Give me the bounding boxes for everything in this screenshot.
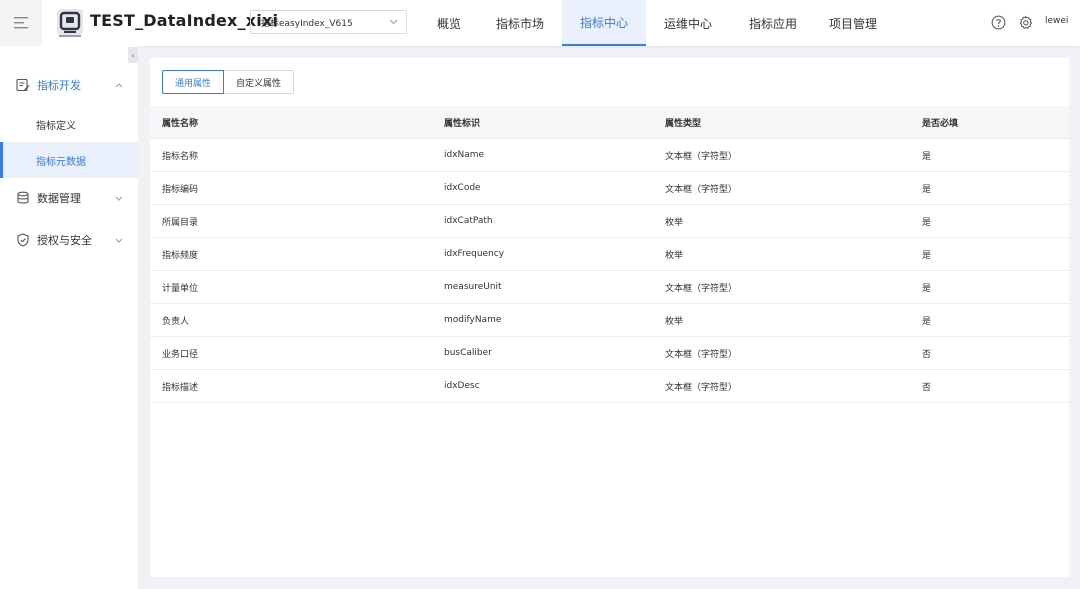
cell-attr-key: busCaliber: [444, 348, 492, 358]
cell-required: 是: [922, 184, 932, 195]
sidebar-item-index-metadata[interactable]: 指标元数据: [0, 142, 138, 178]
sidebar-group-index-dev[interactable]: 指标开发: [0, 65, 138, 105]
cell-attr-type: 文本框（字符型）: [665, 382, 738, 393]
cell-attr-key: idxName: [444, 150, 485, 160]
main-content: 通用属性 自定义属性 属性名称 属性标识 属性类型 是否必填 指标名称 idxN…: [150, 58, 1069, 577]
hamburger-icon: [14, 17, 28, 29]
cell-attr-key: idxCode: [444, 183, 481, 193]
cell-attr-type: 文本框（字符型）: [665, 151, 738, 162]
cell-attr-type: 枚举: [665, 316, 684, 327]
cell-attr-name: 计量单位: [162, 283, 199, 294]
cell-attr-type: 文本框（字符型）: [665, 283, 738, 294]
project-select[interactable]: 指标easyIndex_V615: [250, 10, 407, 34]
cell-attr-name: 业务口径: [162, 349, 199, 360]
cell-attr-name: 指标名称: [162, 151, 199, 162]
sidebar: 指标开发 指标定义 指标元数据 数据管理 授权与安全: [0, 46, 138, 589]
table-row: 计量单位 measureUnit 文本框（字符型） 是: [150, 271, 1069, 304]
table-row: 指标描述 idxDesc 文本框（字符型） 否: [150, 370, 1069, 403]
nav-index-center[interactable]: 指标中心: [562, 0, 646, 46]
cell-required: 是: [922, 217, 932, 228]
table-row: 所属目录 idxCatPath 枚举 是: [150, 205, 1069, 238]
cell-attr-type: 文本框（字符型）: [665, 184, 738, 195]
cell-attr-name: 指标编码: [162, 184, 199, 195]
app-logo: [55, 7, 85, 39]
database-icon: [16, 191, 30, 205]
attribute-table: 属性名称 属性标识 属性类型 是否必填 指标名称 idxName 文本框（字符型…: [150, 106, 1069, 403]
cell-attr-key: measureUnit: [444, 282, 502, 292]
table-row: 指标名称 idxName 文本框（字符型） 是: [150, 139, 1069, 172]
cell-attr-key: idxDesc: [444, 381, 480, 391]
chart-doc-icon: [16, 78, 30, 92]
table-row: 指标编码 idxCode 文本框（字符型） 是: [150, 172, 1069, 205]
cell-required: 是: [922, 151, 932, 162]
table-row: 业务口径 busCaliber 文本框（字符型） 否: [150, 337, 1069, 370]
cell-attr-name: 指标频度: [162, 250, 199, 261]
sidebar-group-label: 数据管理: [37, 192, 81, 205]
shield-icon: [16, 233, 30, 247]
sidebar-group-data-mgmt[interactable]: 数据管理: [0, 178, 138, 218]
column-header: 属性标识: [444, 118, 481, 129]
cell-required: 是: [922, 250, 932, 261]
sidebar-group-label: 授权与安全: [37, 234, 92, 247]
user-name[interactable]: lewei: [1045, 16, 1068, 26]
project-select-value: 指标easyIndex_V615: [261, 18, 353, 29]
cell-required: 否: [922, 382, 932, 393]
sidebar-item-index-definition[interactable]: 指标定义: [0, 106, 138, 142]
gear-icon[interactable]: [1017, 14, 1033, 30]
main-nav: 概览 指标市场 指标中心 运维中心 指标应用 项目管理: [420, 0, 890, 46]
cell-attr-key: idxCatPath: [444, 216, 493, 226]
table-row: 负责人 modifyName 枚举 是: [150, 304, 1069, 337]
menu-toggle-button[interactable]: [0, 0, 42, 46]
tab-custom-attributes[interactable]: 自定义属性: [224, 70, 294, 94]
column-header: 属性类型: [665, 118, 702, 129]
cell-attr-key: idxFrequency: [444, 249, 505, 259]
nav-ops-center[interactable]: 运维中心: [646, 0, 730, 46]
cell-attr-name: 指标描述: [162, 382, 199, 393]
top-header: TEST_DataIndex_xixi 指标easyIndex_V615 概览 …: [0, 0, 1080, 46]
cell-attr-type: 枚举: [665, 250, 684, 261]
cell-required: 否: [922, 349, 932, 360]
chevron-down-icon: [389, 19, 398, 25]
help-icon[interactable]: [990, 14, 1006, 30]
cell-attr-type: 枚举: [665, 217, 684, 228]
nav-market[interactable]: 指标市场: [478, 0, 562, 46]
cell-attr-name: 所属目录: [162, 217, 199, 228]
chevron-left-icon: ‹: [131, 50, 135, 60]
nav-project-mgmt[interactable]: 项目管理: [816, 0, 890, 46]
nav-index-app[interactable]: 指标应用: [730, 0, 816, 46]
sidebar-collapse-button[interactable]: ‹: [128, 47, 138, 63]
nav-overview[interactable]: 概览: [420, 0, 478, 46]
cell-required: 是: [922, 283, 932, 294]
chevron-down-icon: [114, 235, 124, 245]
table-header: 属性名称 属性标识 属性类型 是否必填: [150, 106, 1069, 139]
chevron-down-icon: [114, 193, 124, 203]
cell-attr-type: 文本框（字符型）: [665, 349, 738, 360]
table-row: 指标频度 idxFrequency 枚举 是: [150, 238, 1069, 271]
attribute-tabs: 通用属性 自定义属性: [162, 70, 294, 94]
chevron-up-icon: [114, 80, 124, 90]
tab-general-attributes[interactable]: 通用属性: [162, 70, 224, 94]
column-header: 是否必填: [922, 118, 959, 129]
sidebar-group-label: 指标开发: [37, 79, 81, 92]
cell-attr-name: 负责人: [162, 316, 190, 327]
cell-required: 是: [922, 316, 932, 327]
column-header: 属性名称: [162, 118, 199, 129]
cell-attr-key: modifyName: [444, 315, 502, 325]
sidebar-group-auth-security[interactable]: 授权与安全: [0, 220, 138, 260]
